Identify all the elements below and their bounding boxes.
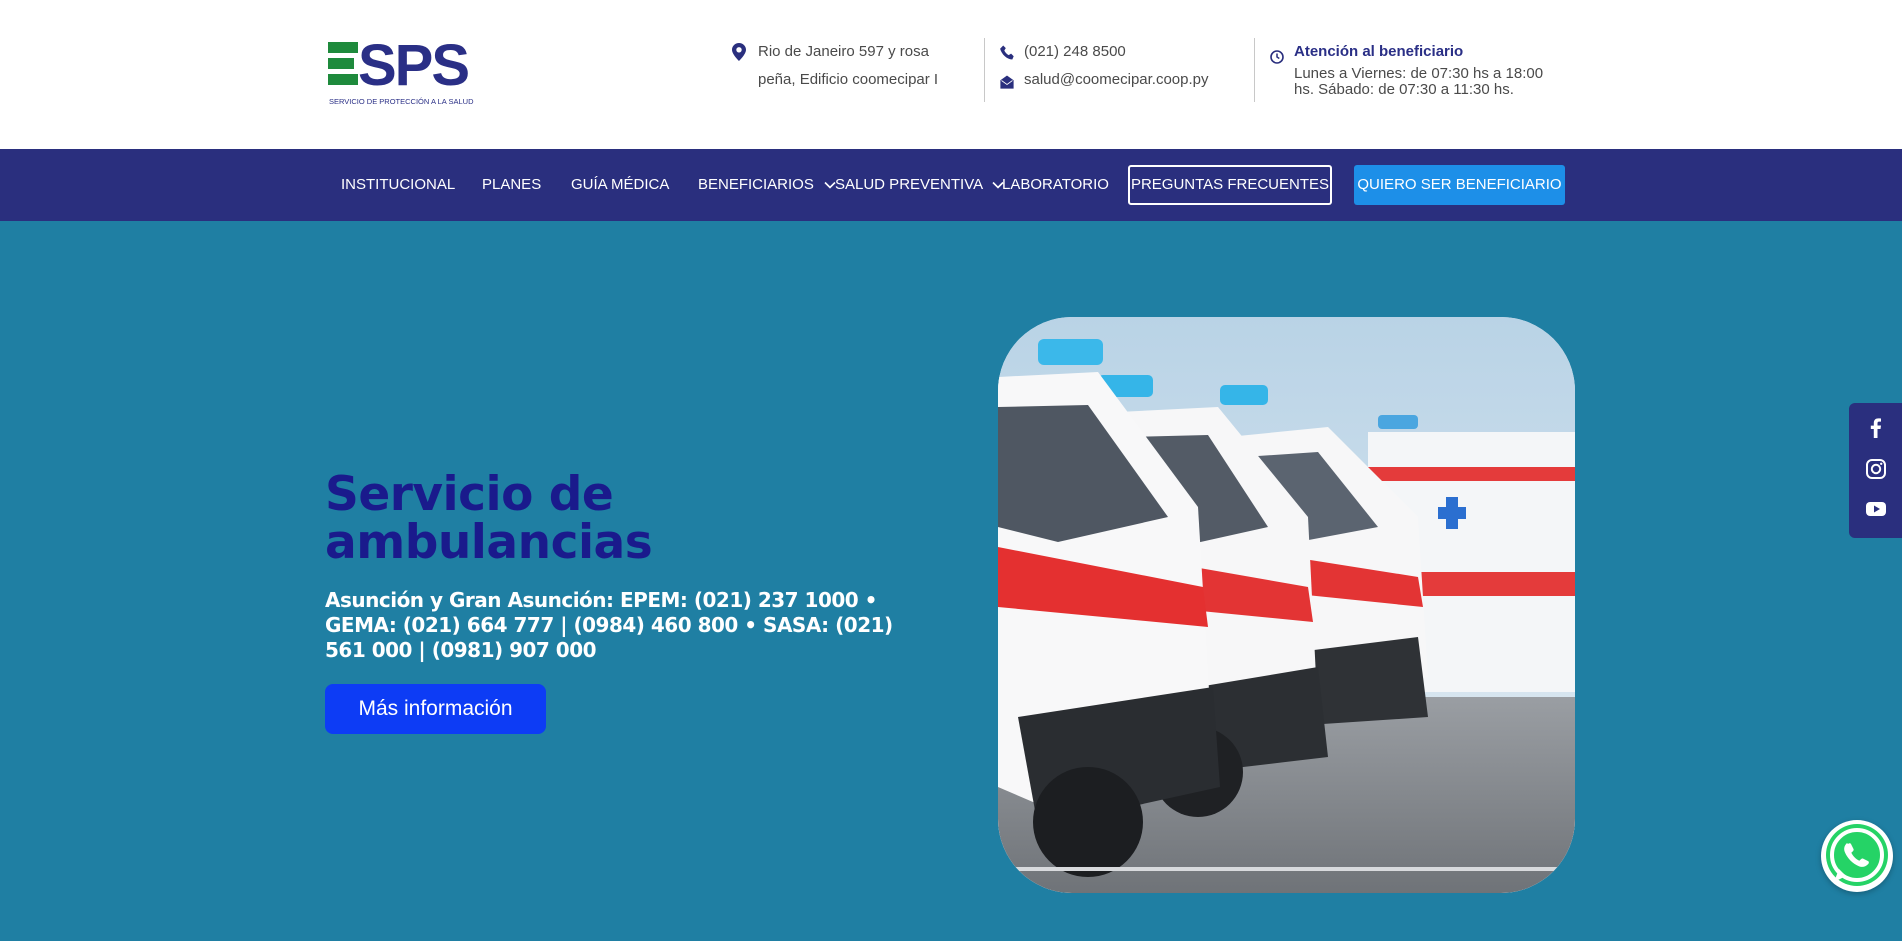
address-block: Rio de Janeiro 597 y rosa peña, Edificio… (732, 38, 952, 94)
header-divider (984, 38, 985, 102)
nav-item-planes[interactable]: PLANES (482, 149, 541, 221)
nav-item-label: INSTITUCIONAL (341, 176, 456, 193)
mail-icon (999, 71, 1015, 99)
hours-title: Atención al beneficiario (1294, 43, 1464, 60)
hours-detail: Lunes a Viernes: de 07:30 hs a 18:00 hs.… (1294, 65, 1544, 98)
faq-button[interactable]: PREGUNTAS FRECUENTES (1128, 165, 1332, 205)
sps-logo[interactable]: SPS SERVICIO DE PROTECCIÓN A LA SALUD (328, 34, 486, 108)
facebook-icon[interactable] (1865, 417, 1887, 439)
nav-item-label: BENEFICIARIOS (698, 176, 814, 193)
nav-item-institucional[interactable]: INSTITUCIONAL (341, 149, 455, 221)
phone-link[interactable]: (021) 248 8500 (1024, 43, 1126, 60)
ambulances-photo (998, 317, 1575, 893)
whatsapp-icon[interactable] (1821, 820, 1893, 892)
site-header: SPS SERVICIO DE PROTECCIÓN A LA SALUD Ri… (0, 0, 1902, 149)
nav-item-label: PLANES (482, 176, 542, 193)
more-info-button[interactable]: Más información (325, 684, 546, 734)
social-sidebar (1849, 403, 1902, 538)
logo-mark (328, 42, 358, 90)
hours-block: Atención al beneficiario Lunes a Viernes… (1270, 38, 1560, 98)
nav-item-label: LABORATORIO (1002, 176, 1109, 193)
contact-block: (021) 248 8500 salud@coomecipar.coop.py (999, 38, 1230, 94)
hero-section: Servicio de ambulancias Asunción y Gran … (0, 221, 1902, 941)
become-beneficiary-button[interactable]: QUIERO SER BENEFICIARIO (1354, 165, 1565, 205)
nav-item-label: GUÍA MÉDICA (571, 176, 670, 193)
nav-item-guia-medica[interactable]: GUÍA MÉDICA (571, 149, 669, 221)
youtube-icon[interactable] (1865, 498, 1887, 520)
clock-icon (1270, 46, 1284, 74)
hero-subtitle: Asunción y Gran Asunción: EPEM: (021) 23… (325, 588, 893, 662)
nav-item-label: SALUD PREVENTIVA (835, 176, 983, 193)
logo-wordmark: SPS (358, 33, 470, 98)
instagram-icon[interactable] (1865, 458, 1887, 480)
header-divider (1254, 38, 1255, 102)
nav-item-salud-preventiva[interactable]: SALUD PREVENTIVA (835, 149, 1005, 221)
nav-item-beneficiarios[interactable]: BENEFICIARIOS (698, 149, 836, 221)
nav-item-laboratorio[interactable]: LABORATORIO (1002, 149, 1109, 221)
address-text: Rio de Janeiro 597 y rosa peña, Edificio… (758, 43, 939, 88)
map-pin-icon (732, 43, 746, 71)
main-nav: INSTITUCIONAL PLANES GUÍA MÉDICA BENEFIC… (0, 149, 1902, 221)
hero-title: Servicio de ambulancias (325, 467, 653, 570)
email-link[interactable]: salud@coomecipar.coop.py (1024, 71, 1209, 88)
logo-tagline: SERVICIO DE PROTECCIÓN A LA SALUD (329, 97, 474, 106)
